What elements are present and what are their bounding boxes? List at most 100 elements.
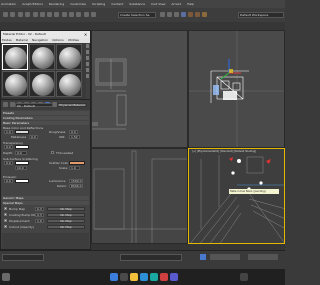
app-icon[interactable] — [160, 273, 168, 281]
menu-civil-view[interactable]: Civil View — [151, 2, 165, 6]
emission-spinner[interactable]: 0.0 — [4, 179, 13, 183]
schematic-icon[interactable] — [174, 12, 179, 17]
sample-slot-5[interactable] — [29, 71, 55, 97]
close-icon[interactable]: ✕ — [83, 32, 88, 37]
select-icon[interactable] — [33, 12, 38, 17]
viewport-camera[interactable]: [+] [PhysCamera001] [Standard] [Default … — [188, 148, 285, 244]
bump-map-spinner[interactable]: 0.3 — [35, 207, 44, 211]
snap-icon[interactable] — [62, 12, 67, 17]
coating-bump-spinner[interactable]: 0.3 — [35, 213, 44, 217]
sample-slot-3[interactable] — [56, 44, 82, 70]
material-editor-icon[interactable] — [181, 12, 186, 17]
displacement-slot[interactable]: No Map — [47, 219, 85, 223]
app-icon-2[interactable] — [170, 273, 178, 281]
viewport-top-left[interactable] — [91, 30, 188, 148]
scale-icon[interactable] — [54, 12, 59, 17]
cutout-slot[interactable]: No Map — [47, 225, 85, 229]
menu-help[interactable]: Help — [187, 2, 194, 6]
coordinate-fields[interactable] — [120, 254, 182, 261]
sample-slot-2[interactable] — [29, 44, 55, 70]
scatter-color-swatch[interactable] — [69, 161, 85, 165]
system-tray[interactable] — [240, 273, 248, 281]
depth-spinner[interactable]: 0.0 — [15, 151, 27, 155]
undo-icon[interactable] — [3, 12, 8, 17]
menu-substance[interactable]: Substance — [129, 2, 145, 6]
rotate-icon[interactable] — [47, 12, 52, 17]
angle-snap-icon[interactable] — [69, 12, 74, 17]
base-weight-spinner[interactable]: 1.0 — [4, 130, 13, 134]
menu-customize[interactable]: Customize — [70, 2, 86, 6]
kelvin-spinner[interactable]: 6500.0 — [69, 184, 83, 188]
coating-bump-slot[interactable]: No Map — [47, 213, 85, 217]
playback-controls[interactable] — [210, 254, 240, 260]
sss-scale-spinner[interactable]: 1.0 — [69, 166, 80, 170]
render-frame-icon[interactable] — [195, 12, 200, 17]
align-icon[interactable] — [91, 12, 96, 17]
coating-bump-checkbox[interactable] — [4, 213, 7, 216]
3dsmax-icon[interactable] — [150, 273, 158, 281]
bump-map-checkbox[interactable] — [4, 207, 7, 210]
selection-set-field[interactable]: Create Selection Se — [118, 12, 156, 18]
sample-slot-6[interactable] — [56, 71, 82, 97]
move-gizmo-icon[interactable] — [220, 59, 241, 80]
file-explorer-icon[interactable] — [130, 273, 138, 281]
material-type-button[interactable]: Physical Material — [57, 103, 87, 107]
roughness-spinner[interactable]: 0.0 — [69, 130, 78, 134]
camera-viewport-label[interactable]: [+] [PhysCamera001] [Standard] [Default … — [192, 150, 256, 153]
unlink-icon[interactable] — [25, 12, 30, 17]
render-icon[interactable] — [202, 12, 207, 17]
generic-maps-rollout[interactable]: Generic Maps — [2, 196, 89, 200]
menu-content[interactable]: Content — [111, 2, 123, 6]
sss-spinner[interactable]: 0.0 — [4, 161, 13, 165]
coating-rollout[interactable]: Coating Parameters — [2, 116, 89, 120]
presets-rollout[interactable]: Presets — [2, 111, 89, 115]
task-view-icon[interactable] — [120, 273, 128, 281]
curve-editor-icon[interactable] — [167, 12, 172, 17]
menu-arnold[interactable]: Arnold — [171, 2, 181, 6]
sample-type-icon[interactable] — [86, 44, 89, 48]
menu-scripting[interactable]: Scripting — [92, 2, 105, 6]
basic-parameters-rollout[interactable]: Basic Parameters — [2, 121, 89, 125]
layer-icon[interactable] — [160, 12, 165, 17]
percent-snap-icon[interactable] — [76, 12, 81, 17]
uv-tiling-icon[interactable] — [86, 62, 89, 66]
displacement-checkbox[interactable] — [4, 219, 7, 222]
viewport-top-right[interactable] — [188, 30, 285, 148]
render-setup-icon[interactable] — [188, 12, 193, 17]
start-icon[interactable] — [110, 273, 118, 281]
redo-icon[interactable] — [10, 12, 15, 17]
sss-depth-spinner[interactable]: 10.0 — [15, 166, 27, 170]
material-name-field[interactable]: 02 - Default — [15, 103, 53, 108]
bump-map-slot[interactable]: No Map — [47, 207, 85, 211]
transparency-color-swatch[interactable] — [15, 145, 29, 149]
auto-key-icon[interactable] — [200, 254, 206, 260]
sss-color-swatch[interactable] — [15, 161, 29, 165]
cutout-checkbox[interactable] — [4, 225, 7, 228]
sample-slot-1[interactable] — [2, 44, 28, 70]
base-color-swatch[interactable] — [15, 130, 29, 134]
move-icon[interactable] — [40, 12, 45, 17]
metalness-spinner[interactable]: 0.0 — [29, 135, 38, 139]
menu-animation[interactable]: Animation — [1, 2, 16, 6]
options-icon[interactable] — [86, 74, 89, 78]
link-icon[interactable] — [18, 12, 23, 17]
sample-slot-4[interactable] — [2, 71, 28, 97]
backlight-icon[interactable] — [86, 50, 89, 54]
ior-spinner[interactable]: 1.52 — [69, 135, 80, 139]
menu-rendering[interactable]: Rendering — [49, 2, 64, 6]
special-maps-rollout[interactable]: Special Maps — [2, 201, 89, 205]
get-material-icon[interactable] — [3, 102, 8, 107]
luminance-spinner[interactable]: 1500.0 — [69, 179, 83, 183]
thin-walled-checkbox[interactable] — [51, 151, 54, 154]
workspace-dropdown[interactable]: Default Workspace — [238, 12, 284, 18]
search-icon[interactable] — [2, 273, 10, 281]
emission-color-swatch[interactable] — [15, 179, 29, 183]
viewport-bottom-left[interactable] — [91, 148, 188, 244]
viewport-navigation[interactable] — [248, 254, 278, 260]
menu-graph-editors[interactable]: Graph Editors — [22, 2, 43, 6]
edge-icon[interactable] — [140, 273, 148, 281]
maxscript-listener[interactable] — [2, 254, 44, 261]
light-icons[interactable] — [229, 157, 271, 191]
mirror-icon[interactable] — [84, 12, 89, 17]
background-icon[interactable] — [86, 56, 89, 60]
